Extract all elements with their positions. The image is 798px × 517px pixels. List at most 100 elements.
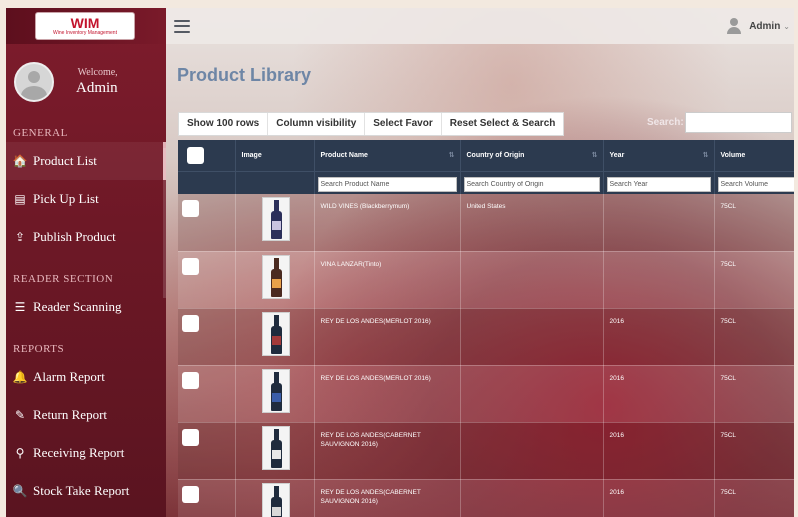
row-checkbox[interactable] xyxy=(182,428,199,446)
filter-year-input[interactable] xyxy=(606,177,711,193)
row-checkbox[interactable] xyxy=(182,314,199,332)
logo[interactable]: WIM Wine Inventory Management xyxy=(36,13,134,39)
app-frame: WIM Wine Inventory Management Welcome, A… xyxy=(6,8,794,517)
table-row[interactable]: REY DE LOS ANDES(MERLOT 2016) 2016 75CL xyxy=(178,365,794,423)
product-table: Image Product Name ⇅ Country of Origin ⇅ Y… xyxy=(178,140,794,517)
wine-bottle-image[interactable] xyxy=(261,425,290,470)
country-cell xyxy=(460,422,604,480)
volume-cell: 75CL xyxy=(714,194,794,252)
sidebar-item-publish-product[interactable]: ⇪ Publish Product xyxy=(6,218,166,256)
table-toolbar: Show 100 rows Column visibility Select F… xyxy=(178,112,565,136)
filter-product-name-input[interactable] xyxy=(317,177,457,193)
bell-icon: 🔔 xyxy=(12,370,28,384)
home-icon: 🏠 xyxy=(12,154,28,168)
sidebar-item-stock-take-report[interactable]: 🔍 Stock Take Report xyxy=(6,472,166,510)
bottle-label xyxy=(271,506,281,516)
filter-volume-input[interactable] xyxy=(717,177,794,193)
row-checkbox[interactable] xyxy=(182,200,199,217)
header-year-label: Year xyxy=(609,151,625,159)
filter-country-input[interactable] xyxy=(463,177,600,193)
table-row[interactable]: REY DE LOS ANDES(MERLOT 2016) 2016 75CL xyxy=(178,308,794,366)
hamburger-icon[interactable] xyxy=(174,19,190,33)
filter-volume-cell xyxy=(714,170,794,194)
bottle-label xyxy=(271,449,281,459)
header-year[interactable]: Year ⇅ xyxy=(603,140,715,171)
section-title: READER SECTION xyxy=(13,273,114,285)
product-name-cell: WILD VINES (Blackberrymum) xyxy=(314,194,461,252)
welcome-panel: Welcome, Admin xyxy=(6,44,166,120)
sidebar-item-reader-scanning[interactable]: ☰ Reader Scanning xyxy=(6,288,166,326)
search-input[interactable] xyxy=(685,112,792,133)
select-favor-button[interactable]: Select Favor xyxy=(365,113,442,135)
bottle-label xyxy=(271,335,281,345)
table-row[interactable]: WILD VINES (Blackberrymum) United States 7… xyxy=(178,194,794,252)
filter-empty-image xyxy=(235,170,315,194)
brand-bar: WIM Wine Inventory Management xyxy=(6,8,166,44)
row-checkbox[interactable] xyxy=(182,371,199,389)
user-menu[interactable]: Admin ⌄ xyxy=(727,8,790,44)
header-product-name[interactable]: Product Name ⇅ xyxy=(314,140,461,171)
list-icon: ▤ xyxy=(14,192,26,206)
show-rows-button[interactable]: Show 100 rows xyxy=(179,113,269,135)
header-country-label: Country of Origin xyxy=(466,151,525,159)
column-visibility-button[interactable]: Column visibility xyxy=(268,113,366,135)
year-cell: 2016 xyxy=(603,365,715,423)
bottle-label xyxy=(271,392,281,402)
wine-bottle-image[interactable] xyxy=(261,482,290,517)
header-select-all xyxy=(178,140,236,171)
table-row[interactable]: VINA LANZAR(Tinto) 75CL xyxy=(178,251,794,309)
sidebar-item-product-list[interactable]: 🏠 Product List xyxy=(6,142,166,180)
sidebar-item-pick-up-list[interactable]: ▤ Pick Up List xyxy=(6,180,166,218)
sidebar-item-label: Pick Up List xyxy=(33,191,99,206)
year-cell: 2016 xyxy=(603,308,715,366)
bottle-label xyxy=(271,221,281,230)
header-volume[interactable]: Volume xyxy=(714,140,794,171)
user-icon xyxy=(727,18,742,34)
wine-bottle-image[interactable] xyxy=(261,254,290,299)
year-cell: 2016 xyxy=(603,479,715,517)
pin-icon: ⚲ xyxy=(15,446,25,460)
table-row[interactable]: REY DE LOS ANDES(CABERNET SAUVIGNON 2016… xyxy=(178,479,794,517)
row-select-cell xyxy=(178,308,236,366)
rss-icon: ☰ xyxy=(14,300,26,314)
volume-cell: 75CL xyxy=(714,251,794,309)
wine-bottle-image[interactable] xyxy=(261,311,290,356)
bottle-label xyxy=(271,278,281,288)
table-row[interactable]: REY DE LOS ANDES(CABERNET SAUVIGNON 2016… xyxy=(178,422,794,480)
row-select-cell xyxy=(178,194,236,252)
search-icon: 🔍 xyxy=(12,484,28,498)
section-title: REPORTS xyxy=(13,343,65,355)
row-checkbox[interactable] xyxy=(182,257,199,275)
sidebar-item-return-report[interactable]: ✎ Return Report xyxy=(6,396,166,434)
sort-icon[interactable]: ⇅ xyxy=(592,151,598,159)
sidebar-item-label: Publish Product xyxy=(33,229,116,244)
year-cell: 2016 xyxy=(603,422,715,480)
sidebar-item-alarm-report[interactable]: 🔔 Alarm Report xyxy=(6,358,166,396)
sort-icon[interactable]: ⇅ xyxy=(449,151,455,159)
sidebar-item-receiving-report[interactable]: ⚲ Receiving Report xyxy=(6,434,166,472)
product-name-cell: VINA LANZAR(Tinto) xyxy=(314,251,461,309)
row-checkbox[interactable] xyxy=(182,485,199,503)
row-select-cell xyxy=(178,422,236,480)
chevron-down-icon: ⌄ xyxy=(783,21,790,31)
reset-select-search-button[interactable]: Reset Select & Search xyxy=(441,113,564,135)
row-image-cell xyxy=(235,365,315,423)
sidebar-item-label: Product List xyxy=(33,153,97,168)
country-cell xyxy=(460,479,604,517)
row-select-cell xyxy=(178,365,236,423)
wine-bottle-image[interactable] xyxy=(261,368,290,413)
sidebar-item-label: Return Report xyxy=(33,407,108,422)
wine-bottle-image[interactable] xyxy=(261,197,290,241)
row-image-cell xyxy=(235,194,315,252)
volume-cell: 75CL xyxy=(714,422,794,480)
header-country[interactable]: Country of Origin ⇅ xyxy=(460,140,604,171)
row-image-cell xyxy=(235,308,315,366)
product-name-cell: REY DE LOS ANDES(MERLOT 2016) xyxy=(314,365,461,423)
year-cell xyxy=(603,251,715,309)
search-label: Search: xyxy=(647,117,684,128)
filter-product-name-cell xyxy=(314,170,461,194)
country-cell: United States xyxy=(460,194,604,252)
select-all-checkbox[interactable] xyxy=(187,146,204,164)
user-name: Admin xyxy=(749,20,781,32)
sort-icon[interactable]: ⇅ xyxy=(703,151,709,159)
